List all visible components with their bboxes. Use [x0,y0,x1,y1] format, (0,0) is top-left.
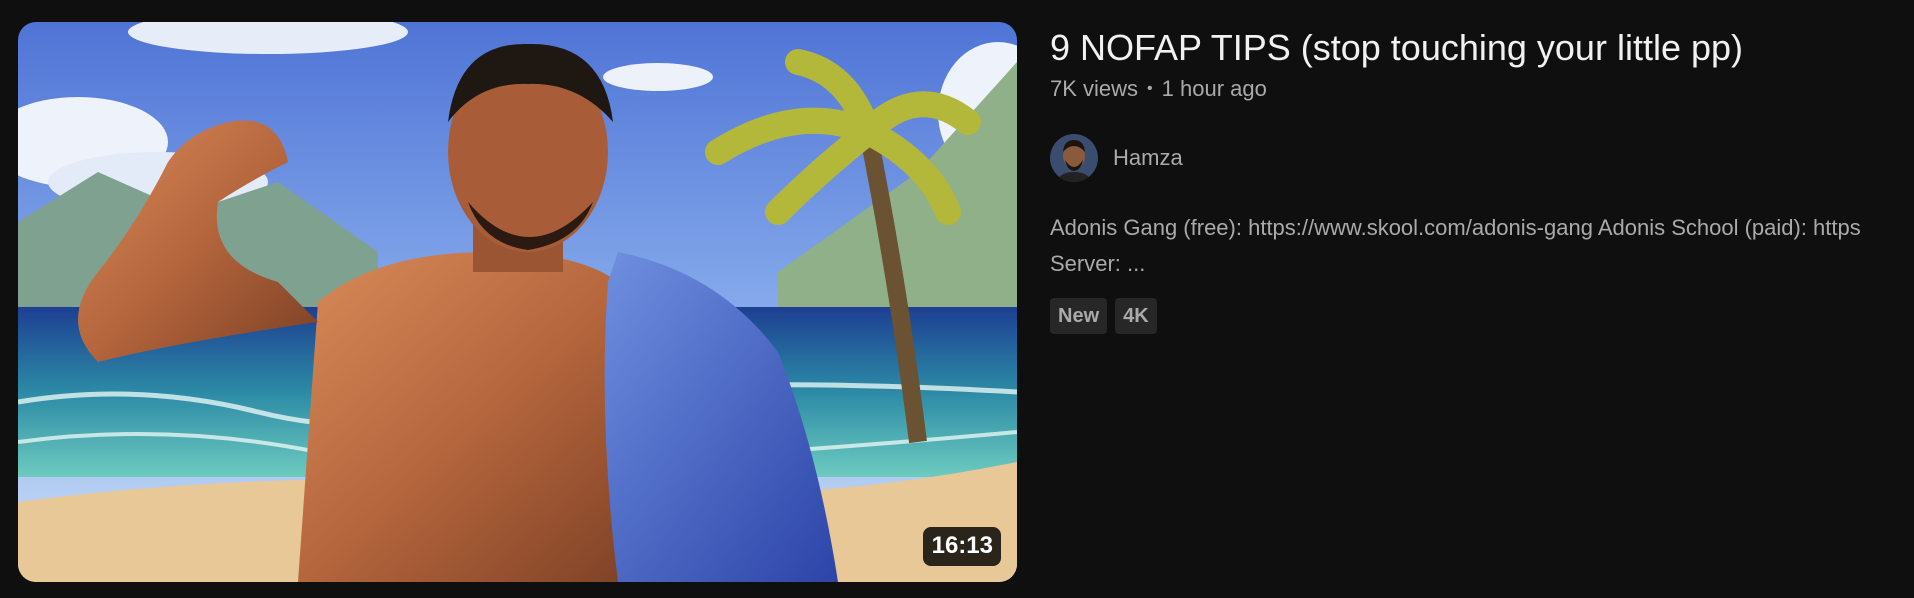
avatar-image [1050,134,1098,182]
channel-avatar[interactable] [1050,134,1098,182]
meta-separator: • [1147,80,1153,97]
video-description: Adonis Gang (free): https://www.skool.co… [1050,210,1914,282]
duration-badge: 16:13 [922,527,1001,566]
4k-badge: 4K [1115,298,1157,334]
video-result-row[interactable]: 16:13 9 NOFAP TIPS (stop touching your l… [0,0,1914,598]
channel-name[interactable]: Hamza [1113,145,1183,171]
description-line: Adonis Gang (free): https://www.skool.co… [1050,215,1861,240]
video-thumbnail[interactable]: 16:13 [18,22,1017,582]
new-badge: New [1050,298,1108,334]
video-details: 9 NOFAP TIPS (stop touching your little … [1050,22,1914,334]
video-metadata: 7K views • 1 hour ago [1050,74,1914,104]
view-count: 7K views [1050,76,1139,101]
video-title[interactable]: 9 NOFAP TIPS (stop touching your little … [1050,22,1914,74]
upload-age: 1 hour ago [1161,76,1267,101]
thumbnail-image [18,22,1017,582]
channel-link[interactable]: Hamza [1050,134,1914,182]
description-line: Server: ... [1050,251,1146,276]
badge-list: New 4K [1050,298,1914,334]
